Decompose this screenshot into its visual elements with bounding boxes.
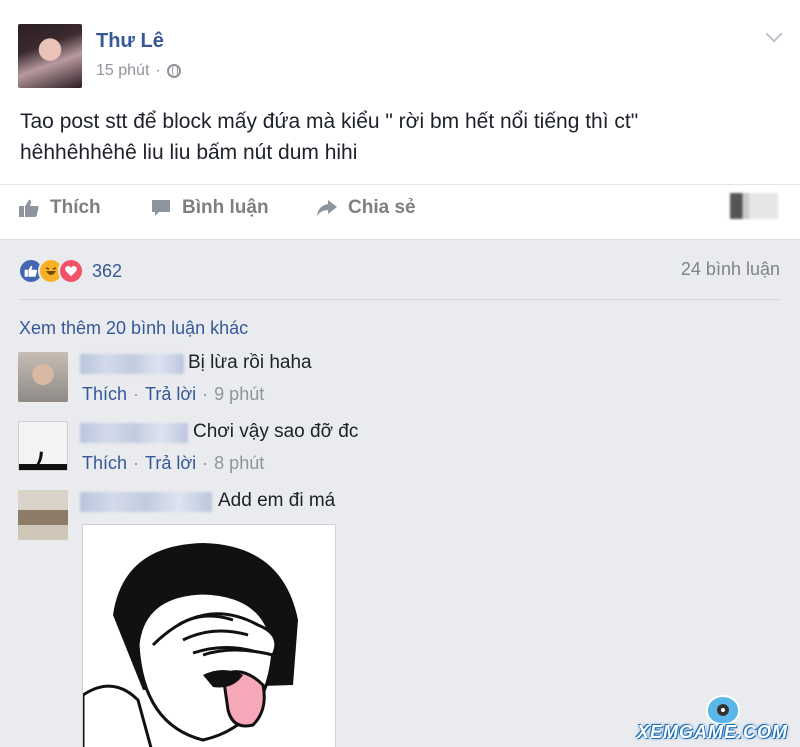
commenter-avatar[interactable] <box>18 490 68 540</box>
comment-reply-link[interactable]: Trả lời <box>145 384 196 405</box>
reactions-summary[interactable]: 362 <box>18 258 122 284</box>
comment-button[interactable]: Bình luận <box>150 197 269 219</box>
author-name[interactable]: Thư Lê <box>96 30 164 53</box>
reaction-count[interactable]: 362 <box>92 261 122 282</box>
meta-separator: · <box>133 453 140 473</box>
share-label: Chia sẻ <box>348 197 416 218</box>
divider <box>18 299 780 300</box>
commenter-name-blurred[interactable] <box>80 492 212 512</box>
logo-bar <box>19 464 67 470</box>
comment-text: Chơi vậy sao đỡ đc <box>193 421 359 442</box>
comment-like-link[interactable]: Thích <box>82 453 127 474</box>
facepalm-meme-image <box>83 543 298 747</box>
commenter-name-blurred[interactable] <box>80 354 184 374</box>
commenter-avatar[interactable]: ⹜ <box>18 421 68 471</box>
author-avatar[interactable] <box>18 24 82 88</box>
action-bar: Thích Bình luận Chia sẻ <box>0 184 800 234</box>
post-text: Tao post stt để block mấy đứa mà kiểu " … <box>20 106 760 168</box>
share-arrow-icon <box>317 200 337 216</box>
comment-text: Bị lừa rồi haha <box>188 352 312 373</box>
share-button[interactable]: Chia sẻ <box>316 197 416 219</box>
view-more-comments-link[interactable]: Xem thêm 20 bình luận khác <box>19 318 248 339</box>
chevron-down-icon[interactable] <box>765 25 783 43</box>
viewer-avatar[interactable] <box>730 193 778 219</box>
post-text-line-1: Tao post stt để block mấy đứa mà kiểu " … <box>20 110 639 133</box>
post-time[interactable]: 15 phút <box>96 62 149 80</box>
watermark-text: XEMGAME.COM <box>636 722 788 742</box>
post-card: Thư Lê 15 phút · Tao post stt để block m… <box>0 0 800 240</box>
watermark-logo-icon <box>706 695 740 725</box>
comment-time[interactable]: 8 phút <box>214 453 264 474</box>
like-label: Thích <box>50 197 101 218</box>
comment-time[interactable]: 9 phút <box>214 384 264 405</box>
comment-meta: Thích · Trả lời · 9 phút <box>82 384 264 405</box>
comment-like-link[interactable]: Thích <box>82 384 127 405</box>
love-reaction-icon <box>58 258 84 284</box>
meta-separator: · <box>202 384 209 404</box>
meta-separator: · <box>202 453 209 473</box>
commenter-avatar[interactable] <box>18 352 68 402</box>
comment-meta: Thích · Trả lời · 8 phút <box>82 453 264 474</box>
globe-icon[interactable] <box>166 64 181 78</box>
thumbs-up-icon <box>19 199 39 217</box>
post-text-line-2: hêhhêhhêhê liu liu bấm nút dum hihi <box>20 141 358 164</box>
comment-sticker-image[interactable] <box>82 524 336 747</box>
comment-label: Bình luận <box>182 197 269 218</box>
comment-bubble-icon <box>152 200 170 216</box>
commenter-name-blurred[interactable] <box>80 423 188 443</box>
comment-reply-link[interactable]: Trả lời <box>145 453 196 474</box>
post-meta: 15 phút · <box>96 62 181 80</box>
comment-count[interactable]: 24 bình luận <box>681 259 780 280</box>
meta-separator: · <box>133 384 140 404</box>
meta-separator: · <box>155 62 161 79</box>
like-button[interactable]: Thích <box>18 197 101 219</box>
comment-text: Add em đi má <box>218 490 336 511</box>
